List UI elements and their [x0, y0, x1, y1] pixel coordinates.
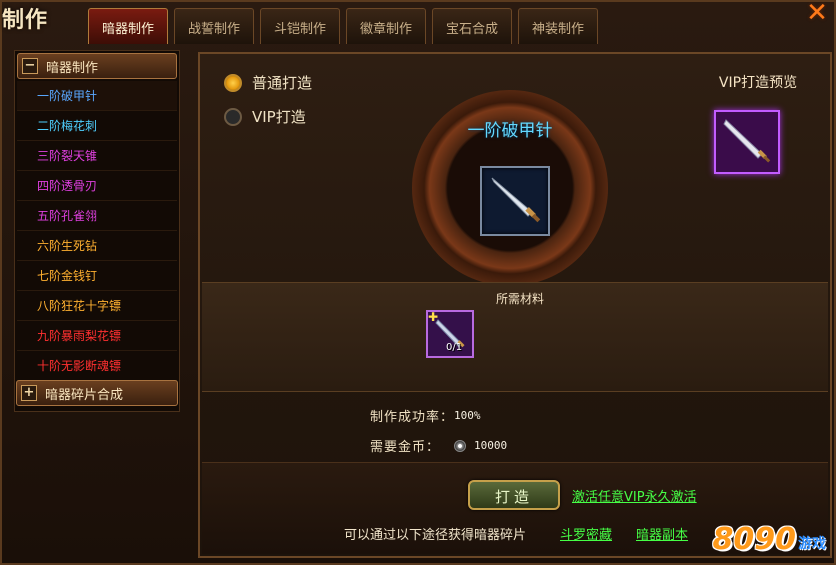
option-label: 普通打造 [252, 74, 313, 92]
success-rate-row: 制作成功率： 100% [370, 406, 481, 425]
tab-divine-gear-craft[interactable]: 神装制作 [518, 8, 598, 44]
crafting-window: 制作 ✕ 暗器制作 战誓制作 斗铠制作 徽章制作 宝石合成 神装制作 − 暗器制… [0, 0, 836, 565]
sidebar-item-tier-5[interactable]: 五阶孔雀翎 [17, 201, 177, 231]
brand-number: 8090 [712, 522, 797, 557]
radio-selected-icon[interactable] [224, 73, 242, 92]
sidebar-item-tier-6[interactable]: 六阶生死钻 [17, 231, 177, 261]
collapse-icon[interactable]: − [22, 58, 38, 74]
success-rate-label: 制作成功率： [370, 410, 455, 425]
source-link-hidden-weapon-dungeon[interactable]: 暗器副本 [636, 524, 688, 543]
option-label: VIP打造 [252, 108, 306, 126]
sidebar-item-tier-8[interactable]: 八阶狂花十字镖 [17, 291, 177, 321]
vip-activate-link[interactable]: 激活任意VIP永久激活 [572, 486, 697, 505]
tab-badge-craft[interactable]: 徽章制作 [346, 8, 426, 44]
brand-logo: 8090 游戏 [713, 522, 827, 557]
tab-armor-craft[interactable]: 斗铠制作 [260, 8, 340, 44]
sidebar-group-fragment-synthesis[interactable]: + 暗器碎片合成 [16, 380, 178, 406]
tab-bar: 暗器制作 战誓制作 斗铠制作 徽章制作 宝石合成 神装制作 [88, 8, 598, 44]
sidebar-item-tier-4[interactable]: 四阶透骨刃 [17, 171, 177, 201]
gold-cost-row: 需要金币： 10000 [370, 436, 507, 455]
gold-cost-value: 10000 [474, 439, 508, 452]
vip-preview-title: VIP打造预览 [718, 75, 798, 91]
brand-text: 游戏 [798, 536, 826, 552]
sidebar-group-hidden-weapon[interactable]: − 暗器制作 [17, 53, 177, 79]
sidebar-item-list: 一阶破甲针 二阶梅花刺 三阶裂天锥 四阶透骨刃 五阶孔雀翎 六阶生死钻 七阶金钱… [17, 81, 177, 381]
materials-title: 所需材料 [495, 292, 544, 306]
sidebar: − 暗器制作 一阶破甲针 二阶梅花刺 三阶裂天锥 四阶透骨刃 五阶孔雀翎 六阶生… [14, 50, 180, 412]
sidebar-item-tier-1[interactable]: 一阶破甲针 [17, 81, 177, 111]
fragment-source-hint: 可以通过以下途径获得暗器碎片 [344, 528, 527, 543]
expand-icon[interactable]: + [21, 385, 37, 401]
sidebar-item-tier-3[interactable]: 三阶裂天锥 [17, 141, 177, 171]
vip-dagger-icon[interactable] [714, 110, 780, 174]
tab-battle-oath-craft[interactable]: 战誓制作 [174, 8, 254, 44]
craft-panel: 普通打造 VIP打造 一阶破甲针 VIP打造预览 所需材料 ✚ 0/1 制作成功… [198, 52, 832, 558]
sidebar-item-tier-9[interactable]: 九阶暴雨梨花镖 [17, 321, 177, 351]
material-count: 0/1 [446, 342, 463, 353]
coin-icon [454, 439, 467, 452]
craft-button[interactable]: 打造 [468, 480, 560, 510]
dagger-icon[interactable] [480, 166, 550, 236]
radio-unselected-icon[interactable] [224, 107, 242, 126]
plus-badge-icon: ✚ [428, 310, 439, 324]
tab-hidden-weapon-craft[interactable]: 暗器制作 [88, 8, 168, 44]
sidebar-group-label: 暗器制作 [46, 60, 99, 76]
close-icon[interactable]: ✕ [804, 0, 830, 26]
option-normal-craft[interactable]: 普通打造 [224, 72, 312, 93]
tab-gem-synthesis[interactable]: 宝石合成 [432, 8, 512, 44]
option-vip-craft[interactable]: VIP打造 [224, 106, 306, 127]
sidebar-item-tier-10[interactable]: 十阶无影断魂镖 [17, 351, 177, 381]
sidebar-item-tier-2[interactable]: 二阶梅花刺 [17, 111, 177, 141]
sidebar-item-tier-7[interactable]: 七阶金钱钉 [17, 261, 177, 291]
sidebar-group-label: 暗器碎片合成 [45, 387, 124, 403]
source-link-douluo-treasure[interactable]: 斗罗密藏 [560, 524, 612, 543]
gold-cost-label: 需要金币： [370, 440, 441, 455]
success-rate-value: 100% [454, 409, 481, 422]
window-title: 制作 [2, 8, 49, 33]
item-name: 一阶破甲针 [467, 121, 553, 141]
